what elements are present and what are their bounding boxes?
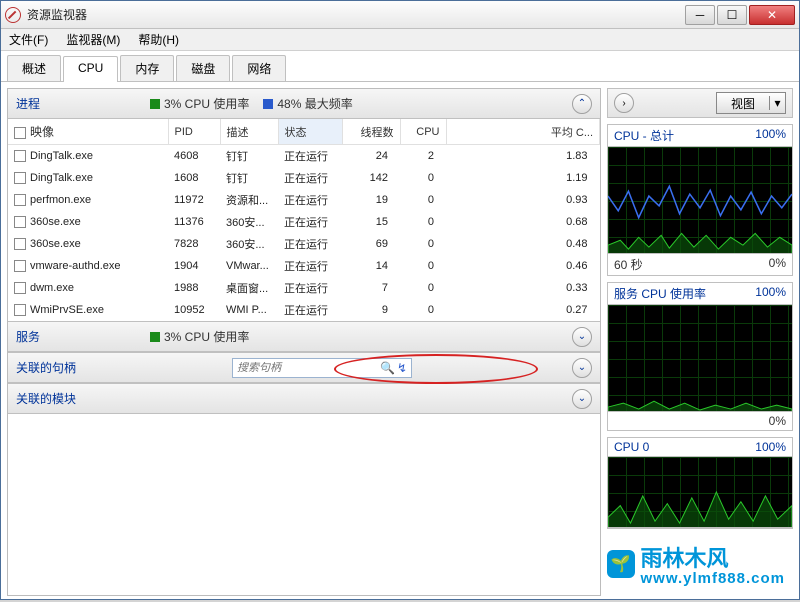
expand-icon[interactable]: ⌄	[572, 389, 592, 409]
processes-table: 映像 PID 描述 状态 线程数 CPU 平均 C... DingTalk.ex…	[8, 119, 600, 321]
row-checkbox[interactable]	[14, 172, 26, 184]
services-title: 服务	[16, 328, 136, 345]
menu-help[interactable]: 帮助(H)	[134, 29, 183, 50]
table-row[interactable]: vmware-authd.exe1904VMwar...正在运行1400.46	[8, 255, 600, 277]
row-checkbox[interactable]	[14, 216, 26, 228]
col-desc[interactable]: 描述	[220, 119, 278, 145]
modules-header[interactable]: 关联的模块 ⌄	[8, 384, 600, 414]
services-cpu-stat: 3% CPU 使用率	[150, 328, 249, 345]
graph-services-cpu: 服务 CPU 使用率100% 0%	[607, 282, 793, 431]
search-handles-box[interactable]: 🔍 ↯	[232, 358, 412, 378]
graph-cpu0: CPU 0100%	[607, 437, 793, 529]
row-checkbox[interactable]	[14, 304, 26, 316]
modules-title: 关联的模块	[16, 390, 136, 407]
handles-title: 关联的句柄	[16, 359, 76, 376]
tab-memory[interactable]: 内存	[120, 55, 174, 81]
resource-monitor-window: 资源监视器 ─ ☐ ✕ 文件(F) 监视器(M) 帮助(H) 概述 CPU 内存…	[0, 0, 800, 600]
processes-header[interactable]: 进程 3% CPU 使用率 48% 最大频率 ⌃	[8, 89, 600, 119]
tabs: 概述 CPU 内存 磁盘 网络	[1, 51, 799, 82]
right-toolbar: › 视图 ▾	[607, 88, 793, 118]
tab-cpu[interactable]: CPU	[63, 56, 118, 82]
search-icon[interactable]: 🔍	[380, 361, 395, 375]
graph-cpu-total: CPU - 总计100% 60 秒0%	[607, 124, 793, 276]
view-dropdown[interactable]: 视图 ▾	[716, 92, 786, 114]
expand-icon[interactable]: ⌄	[572, 358, 592, 378]
menu-file[interactable]: 文件(F)	[5, 29, 52, 50]
chevron-down-icon: ▾	[769, 96, 785, 110]
row-checkbox[interactable]	[14, 260, 26, 272]
col-cpu[interactable]: CPU	[400, 119, 446, 145]
watermark-brand: 雨林木风	[641, 546, 729, 571]
row-checkbox[interactable]	[14, 282, 26, 294]
tab-network[interactable]: 网络	[232, 55, 286, 81]
minimize-button[interactable]: ─	[685, 5, 715, 25]
row-checkbox[interactable]	[14, 194, 26, 206]
processes-title: 进程	[16, 95, 136, 112]
col-image[interactable]: 映像	[8, 119, 168, 145]
maximize-button[interactable]: ☐	[717, 5, 747, 25]
row-checkbox[interactable]	[14, 150, 26, 162]
tab-disk[interactable]: 磁盘	[176, 55, 230, 81]
collapse-icon[interactable]: ⌃	[572, 94, 592, 114]
table-row[interactable]: DingTalk.exe1608钉钉正在运行14201.19	[8, 167, 600, 189]
table-row[interactable]: dwm.exe1988桌面窗...正在运行700.33	[8, 277, 600, 299]
table-row[interactable]: perfmon.exe11972资源和...正在运行1900.93	[8, 189, 600, 211]
table-row[interactable]: 360se.exe11376360安...正在运行1500.68	[8, 211, 600, 233]
table-row[interactable]: 360se.exe7828360安...正在运行6900.48	[8, 233, 600, 255]
processes-freq-stat: 48% 最大频率	[263, 95, 352, 112]
search-handles-input[interactable]	[237, 362, 380, 374]
expand-icon[interactable]: ⌄	[572, 327, 592, 347]
processes-cpu-stat: 3% CPU 使用率	[150, 95, 249, 112]
menubar: 文件(F) 监视器(M) 帮助(H)	[1, 29, 799, 51]
collapse-right-icon[interactable]: ›	[614, 93, 634, 113]
refresh-icon[interactable]: ↯	[397, 361, 407, 375]
menu-monitor[interactable]: 监视器(M)	[62, 29, 124, 50]
table-row[interactable]: DingTalk.exe4608钉钉正在运行2421.83	[8, 145, 600, 168]
col-status[interactable]: 状态	[278, 119, 342, 145]
col-avg[interactable]: 平均 C...	[446, 119, 600, 145]
col-threads[interactable]: 线程数	[342, 119, 400, 145]
titlebar[interactable]: 资源监视器 ─ ☐ ✕	[1, 1, 799, 29]
app-icon	[5, 7, 21, 23]
window-title: 资源监视器	[27, 6, 683, 23]
left-panel: 进程 3% CPU 使用率 48% 最大频率 ⌃ 映像 PID 描述 状态 线程…	[7, 88, 601, 596]
row-checkbox[interactable]	[14, 238, 26, 250]
services-header[interactable]: 服务 3% CPU 使用率 ⌄	[8, 322, 600, 352]
right-panel: › 视图 ▾ CPU - 总计100% 60 秒0% 服务 CPU 使用率100…	[607, 88, 793, 596]
close-button[interactable]: ✕	[749, 5, 795, 25]
watermark-logo-icon: 🌱	[607, 550, 635, 578]
handles-header[interactable]: 关联的句柄 🔍 ↯ ⌄	[8, 353, 600, 383]
watermark-url: www.ylmf888.com	[641, 570, 786, 587]
table-row[interactable]: WmiPrvSE.exe10952WMI P...正在运行900.27	[8, 299, 600, 321]
tab-overview[interactable]: 概述	[7, 55, 61, 81]
watermark: 🌱 雨林木风 www.ylmf888.com	[607, 541, 786, 587]
col-pid[interactable]: PID	[168, 119, 220, 145]
